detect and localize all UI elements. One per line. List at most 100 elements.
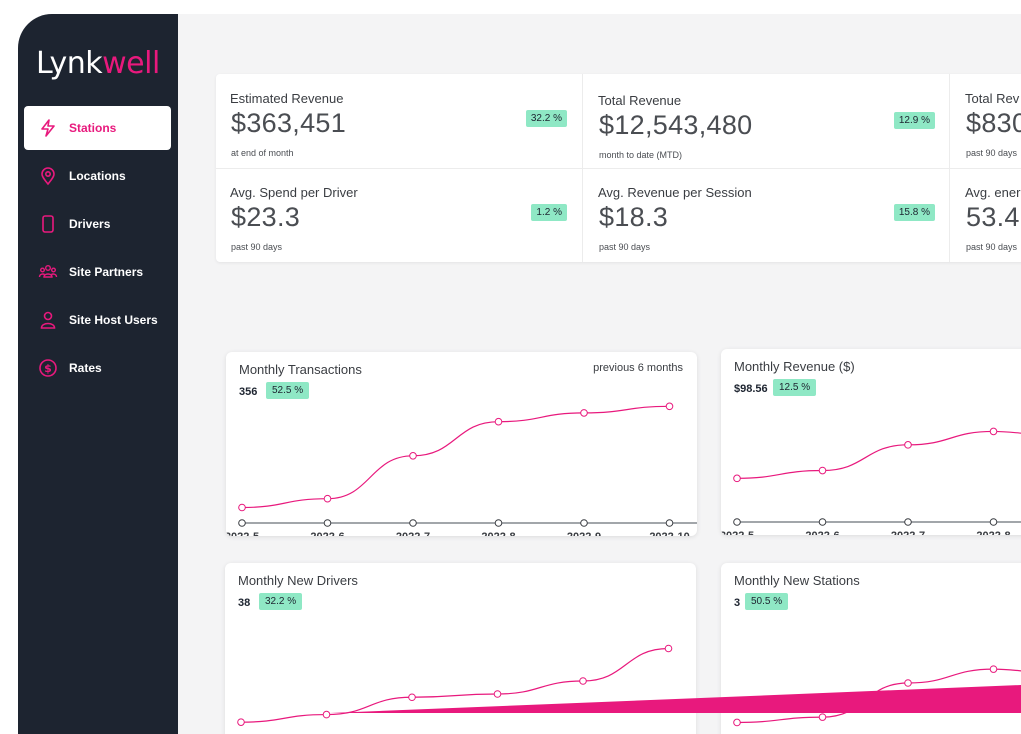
x-axis-tick — [238, 519, 246, 527]
card-total: 38 — [238, 597, 251, 609]
kpi-change-badge: 12.9 % — [893, 112, 935, 129]
sidebar-item-site-partners[interactable]: Site Partners — [24, 250, 171, 294]
data-point[interactable] — [322, 710, 331, 719]
data-point[interactable] — [494, 417, 503, 426]
kpi-avg-revenue-per-session: Avg. Revenue per Session $18.3 past 90 d… — [584, 168, 950, 262]
data-point[interactable] — [493, 690, 502, 698]
kpi-title: Avg. ener — [965, 185, 1021, 200]
data-point[interactable] — [989, 665, 998, 673]
kpi-subtitle: past 90 days — [231, 242, 283, 252]
map-pin-icon — [38, 166, 58, 186]
sidebar-item-stations[interactable]: Stations — [24, 106, 171, 150]
data-point[interactable] — [323, 494, 332, 503]
data-point[interactable] — [904, 441, 912, 449]
sidebar-item-locations[interactable]: Locations — [24, 154, 171, 198]
kpi-subtitle: past 90 days — [599, 242, 651, 252]
brand-logo: Lynkwell — [36, 46, 160, 81]
card-total: $98.56 — [734, 383, 768, 395]
x-axis-tick — [494, 519, 503, 527]
transactions-line-chart: 2022-5 2022-6 2022-7 2022-8 2022-9 2022-10 — [226, 402, 697, 536]
bolt-icon — [38, 118, 58, 138]
card-monthly-transactions: 2022-5 2022-6 2022-7 2022-8 2022-9 2022-10 Mo… — [226, 352, 697, 536]
data-point[interactable] — [664, 644, 673, 653]
kpi-estimated-revenue: Estimated Revenue $363,451 at end of mon… — [216, 74, 582, 168]
card-total: 356 — [239, 386, 258, 398]
kpi-value: $363,451 — [231, 108, 347, 138]
x-axis-tick — [665, 519, 674, 527]
kpi-change-badge: 1.2 % — [531, 204, 567, 221]
data-point[interactable] — [408, 693, 416, 702]
kpi-change-badge: 15.8 % — [893, 204, 935, 221]
data-point[interactable] — [409, 452, 417, 460]
series-line — [736, 668, 1021, 724]
kpi-title: Estimated Revenue — [230, 91, 344, 106]
kpi-subtitle: past 90 days — [966, 148, 1018, 158]
x-axis-tick — [580, 519, 588, 527]
svg-text:$: $ — [44, 362, 52, 375]
card-title: Monthly New Stations — [734, 573, 860, 588]
users-group-icon — [38, 262, 58, 282]
card-change-badge: 50.5 % — [745, 593, 789, 610]
data-point[interactable] — [818, 466, 827, 475]
kpi-change-badge: 32.2 % — [525, 110, 567, 127]
sidebar-item-label: Drivers — [69, 217, 111, 231]
card-change-badge: 52.5 % — [266, 382, 310, 399]
data-point[interactable] — [238, 503, 246, 512]
kpi-value: $23.3 — [231, 202, 301, 232]
x-tick-label: 2022-6 — [805, 530, 839, 535]
data-point[interactable] — [580, 409, 588, 417]
sidebar-item-drivers[interactable]: Drivers — [24, 202, 171, 246]
sidebar-item-label: Stations — [69, 121, 117, 135]
kpi-avg-energy: Avg. ener 53.4 past 90 days — [951, 168, 1021, 262]
x-axis-tick — [323, 519, 332, 527]
sidebar-item-rates[interactable]: $ Rates — [24, 346, 171, 390]
sidebar-item-label: Rates — [69, 361, 102, 375]
kpi-total-revenue: Total Revenue $12,543,480 month to date … — [584, 76, 950, 170]
kpi-title: Total Rev — [965, 91, 1020, 106]
card-total: 3 — [734, 597, 741, 609]
card-title: Monthly Transactions — [239, 362, 362, 377]
series-line — [240, 647, 669, 723]
kpi-avg-spend-per-driver: Avg. Spend per Driver $23.3 past 90 days… — [216, 168, 582, 262]
sidebar-item-site-host-users[interactable]: Site Host Users — [24, 298, 171, 342]
data-point[interactable] — [665, 402, 674, 411]
card-monthly-new-stations: Monthly New Stations 3 50.5 % — [721, 563, 1021, 734]
new-stations-line-chart — [733, 665, 1021, 727]
x-tick-label: 2022-10 — [649, 531, 689, 536]
series-line — [736, 430, 1021, 479]
dollar-circle-icon: $ — [38, 358, 58, 378]
card-monthly-revenue: 2022-5 2022-6 2022-7 2022-8 Monthly Revenue… — [721, 349, 1021, 535]
app-frame: Lynkwell Stations Locations Drivers Site… — [18, 14, 1021, 734]
card-title: Monthly New Drivers — [238, 573, 358, 588]
data-point[interactable] — [733, 474, 741, 483]
data-point[interactable] — [237, 718, 245, 726]
x-tick-label: 2022-8 — [976, 530, 1010, 535]
kpi-subtitle: month to date (MTD) — [599, 150, 683, 160]
x-axis-tick — [409, 519, 417, 527]
x-tick-label: 2022-5 — [226, 531, 259, 536]
x-tick-label: 2022-8 — [481, 531, 515, 536]
kpi-subtitle: past 90 days — [966, 242, 1018, 252]
x-axis-tick — [818, 518, 827, 526]
card-title: Monthly Revenue ($) — [734, 359, 855, 374]
x-axis-tick — [733, 518, 741, 526]
data-point[interactable] — [818, 713, 827, 721]
kpi-value: $830 — [966, 108, 1021, 138]
x-tick-label: 2022-7 — [891, 530, 925, 535]
data-point[interactable] — [733, 718, 741, 727]
card-change-badge: 12.5 % — [773, 379, 817, 396]
data-point[interactable] — [989, 427, 998, 436]
x-tick-label: 2022-5 — [721, 530, 754, 535]
data-point[interactable] — [579, 677, 587, 685]
kpi-title: Avg. Spend per Driver — [230, 185, 358, 200]
kpi-panel: Estimated Revenue $363,451 at end of mon… — [216, 74, 1021, 262]
period-selector[interactable]: previous 6 months — [593, 362, 683, 374]
sidebar: Lynkwell Stations Locations Drivers Site… — [18, 14, 178, 734]
x-tick-label: 2022-9 — [567, 531, 601, 536]
x-tick-label: 2022-6 — [310, 531, 344, 536]
data-point[interactable] — [904, 679, 912, 687]
kpi-total-revenue-90d: Total Rev $830 past 90 days — [951, 74, 1021, 168]
x-axis-tick — [989, 518, 998, 526]
phone-icon — [38, 214, 58, 234]
kpi-value: $18.3 — [599, 202, 669, 232]
